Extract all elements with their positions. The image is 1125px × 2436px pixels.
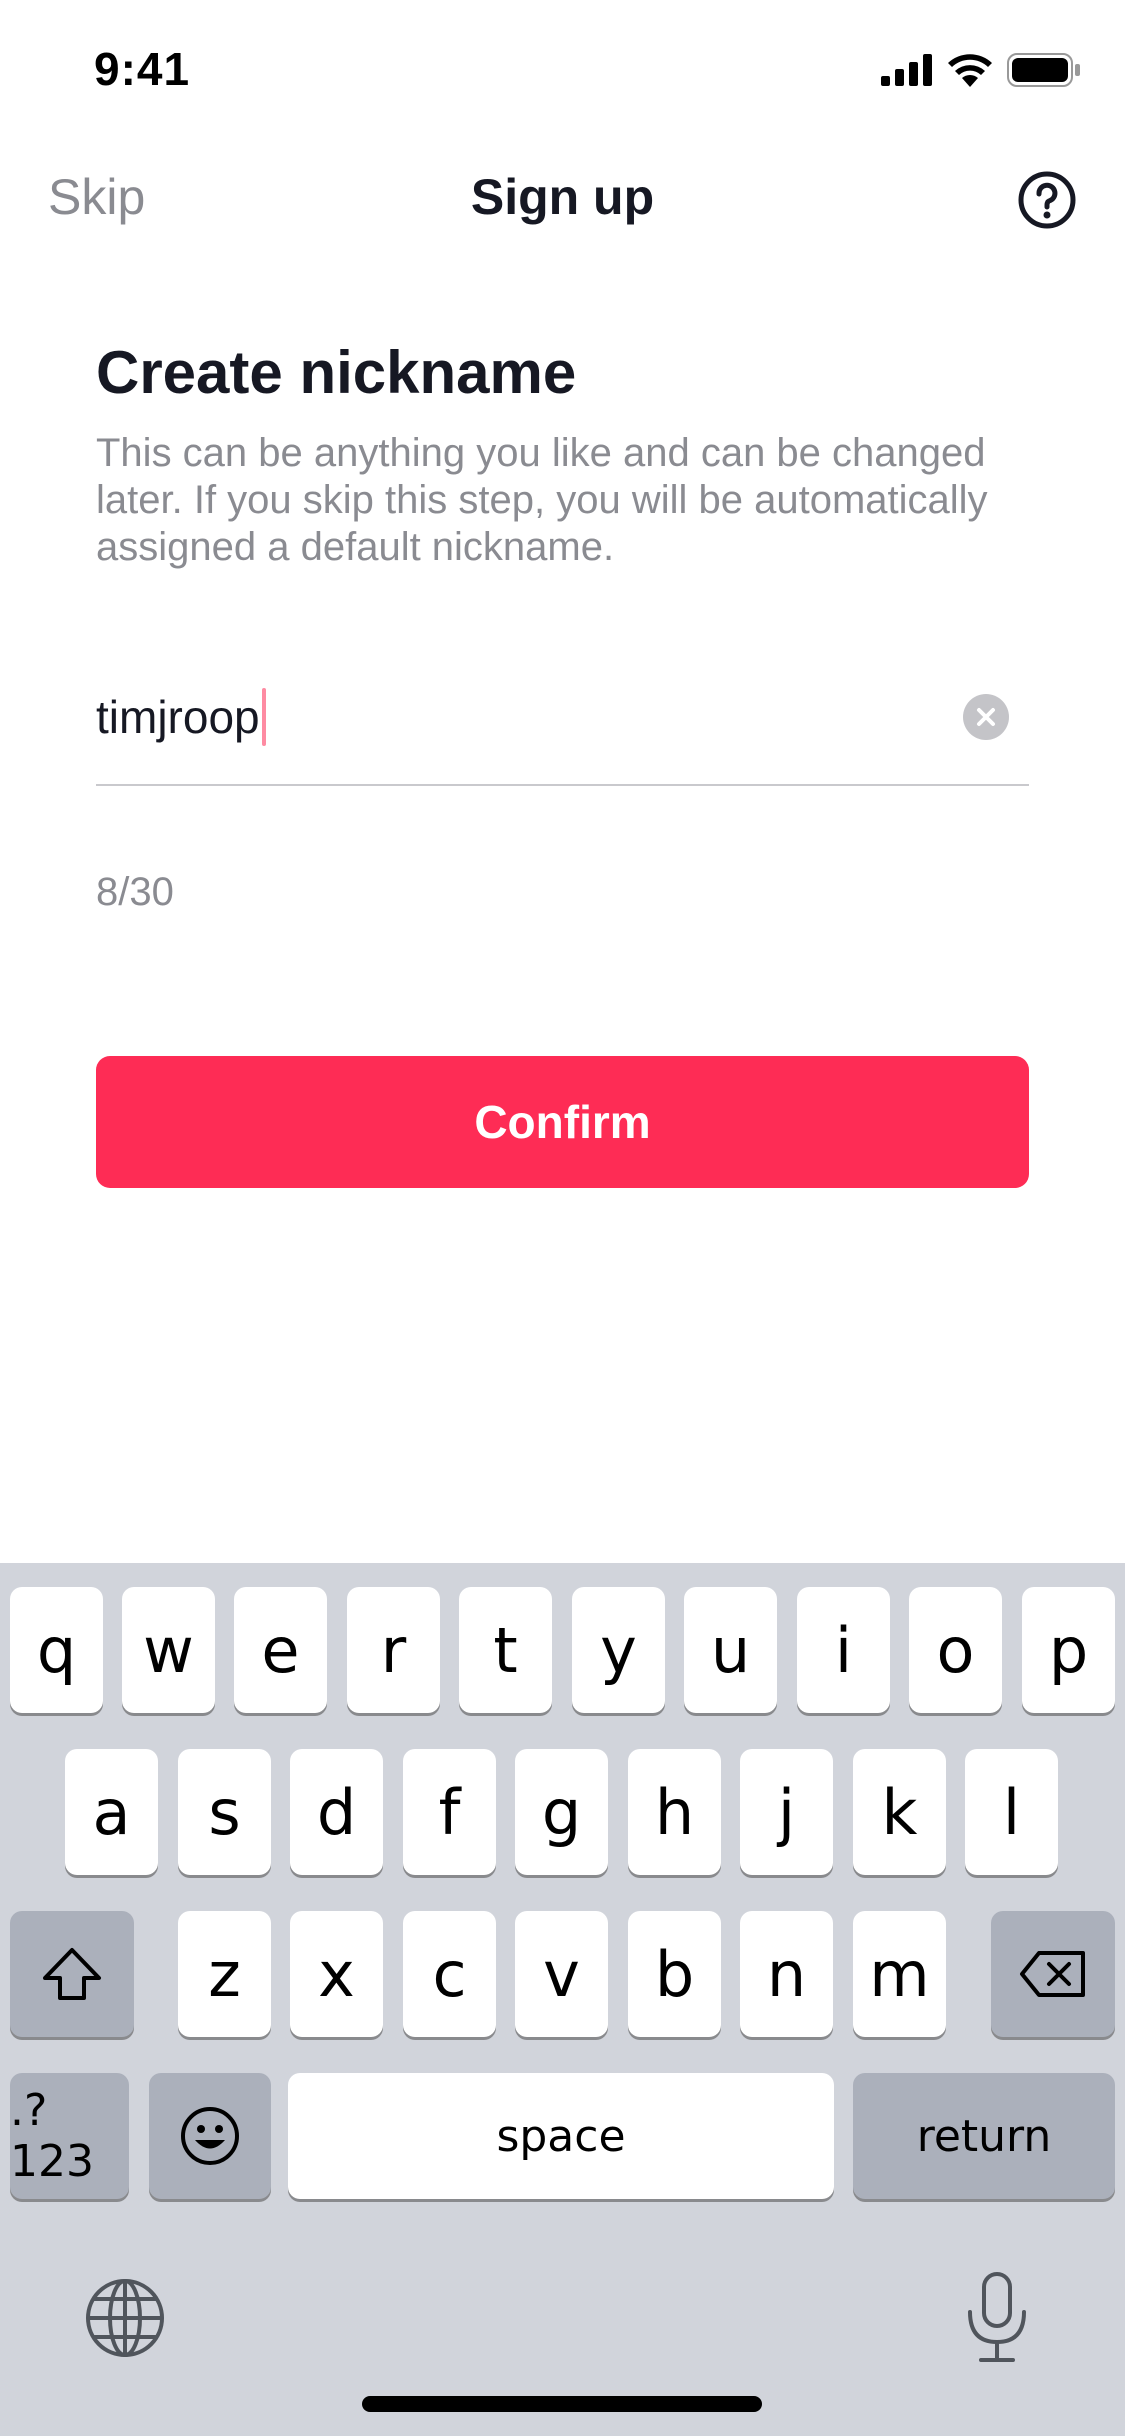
microphone-icon — [968, 2272, 1026, 2362]
key-x[interactable]: x — [290, 1911, 383, 2037]
status-bar: 9:41 — [0, 0, 1125, 140]
backspace-icon — [1020, 1951, 1085, 1997]
key-q[interactable]: q — [10, 1587, 103, 1713]
key-z[interactable]: z — [178, 1911, 271, 2037]
key-o[interactable]: o — [909, 1587, 1002, 1713]
key-d[interactable]: d — [290, 1749, 383, 1875]
key-k[interactable]: k — [853, 1749, 946, 1875]
key-m[interactable]: m — [853, 1911, 946, 2037]
key-w[interactable]: w — [122, 1587, 215, 1713]
key-g[interactable]: g — [515, 1749, 608, 1875]
key-y[interactable]: y — [572, 1587, 665, 1713]
description: This can be anything you like and can be… — [96, 431, 988, 569]
numbers-key[interactable]: .?123 — [10, 2073, 129, 2199]
close-icon — [977, 708, 995, 726]
nickname-input[interactable]: timjroop — [96, 688, 266, 746]
key-v[interactable]: v — [515, 1911, 608, 2037]
clear-input-button[interactable] — [963, 694, 1009, 740]
key-l[interactable]: l — [965, 1749, 1058, 1875]
globe-icon — [86, 2279, 164, 2357]
help-circle-icon — [1018, 171, 1076, 229]
shift-key[interactable] — [10, 1911, 134, 2037]
nickname-value: timjroop — [96, 691, 260, 743]
key-u[interactable]: u — [684, 1587, 777, 1713]
key-i[interactable]: i — [797, 1587, 890, 1713]
keyboard: q w e r t y u i o p a s d f g h j k l z … — [0, 1563, 1125, 2436]
key-h[interactable]: h — [628, 1749, 721, 1875]
confirm-button[interactable]: Confirm — [96, 1056, 1029, 1188]
shift-icon — [43, 1948, 101, 2000]
key-e[interactable]: e — [234, 1587, 327, 1713]
key-c[interactable]: c — [403, 1911, 496, 2037]
heading: Create nickname — [96, 339, 577, 406]
microphone-button[interactable] — [964, 2270, 1030, 2371]
key-f[interactable]: f — [403, 1749, 496, 1875]
text-caret — [261, 688, 266, 746]
key-a[interactable]: a — [65, 1749, 158, 1875]
key-t[interactable]: t — [459, 1587, 552, 1713]
status-time: 9:41 — [94, 43, 191, 95]
home-indicator[interactable] — [362, 2396, 762, 2412]
emoji-icon — [181, 2107, 239, 2165]
signal-icon — [881, 54, 932, 86]
key-r[interactable]: r — [347, 1587, 440, 1713]
wifi-icon — [948, 54, 992, 87]
key-j[interactable]: j — [740, 1749, 833, 1875]
nav-bar: Skip Sign up — [0, 140, 1125, 260]
space-key[interactable]: space — [288, 2073, 834, 2199]
return-key[interactable]: return — [853, 2073, 1115, 2199]
key-s[interactable]: s — [178, 1749, 271, 1875]
character-counter: 8/30 — [96, 870, 174, 914]
key-b[interactable]: b — [628, 1911, 721, 2037]
globe-button[interactable] — [84, 2277, 166, 2364]
backspace-key[interactable] — [991, 1911, 1115, 2037]
nickname-field[interactable]: timjroop — [96, 670, 1029, 786]
emoji-key[interactable] — [149, 2073, 271, 2199]
key-p[interactable]: p — [1022, 1587, 1115, 1713]
battery-icon — [1007, 53, 1080, 87]
page-title: Sign up — [470, 169, 655, 225]
status-icons — [881, 50, 1081, 90]
key-n[interactable]: n — [740, 1911, 833, 2037]
help-button[interactable] — [1017, 170, 1077, 230]
